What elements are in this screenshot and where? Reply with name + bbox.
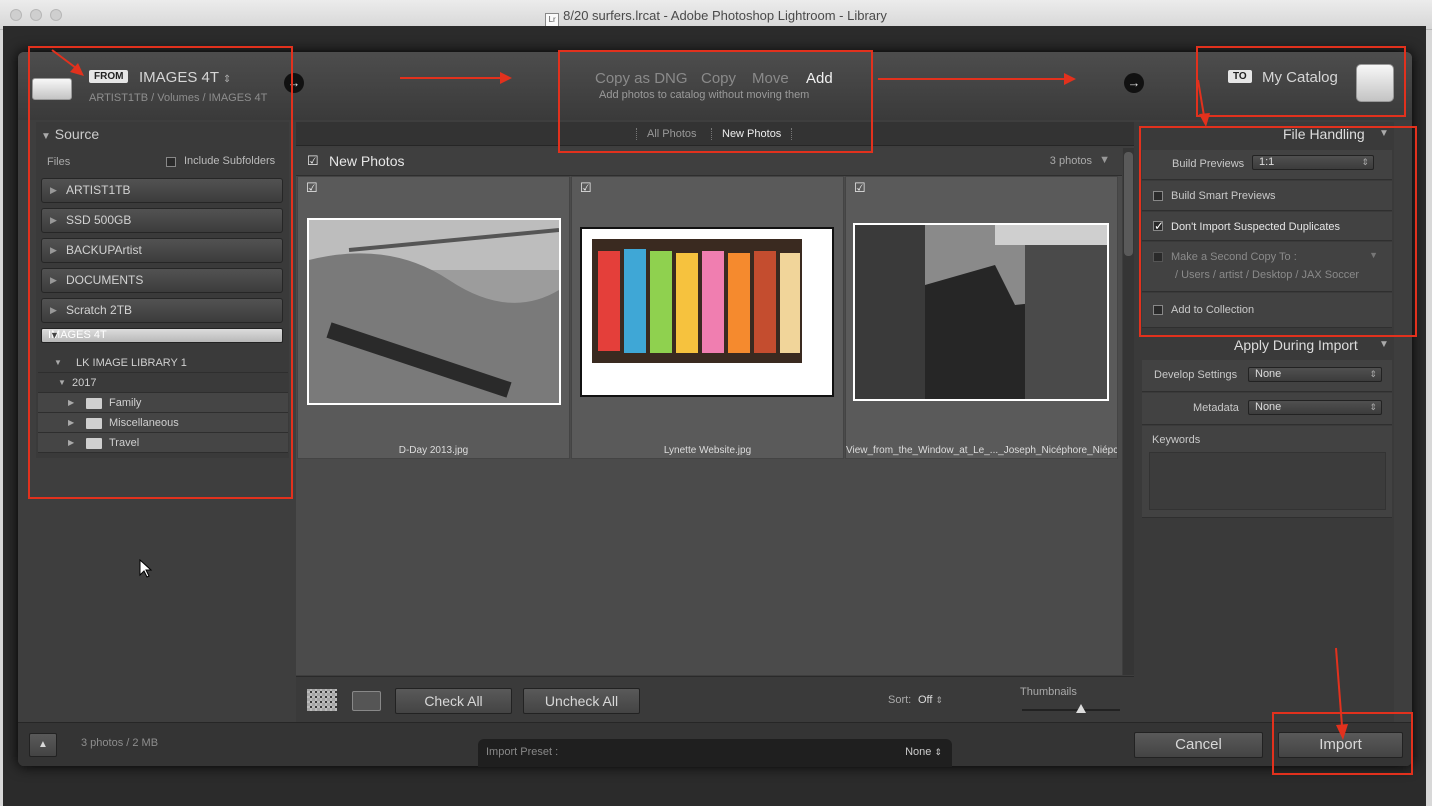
annotation-arrowhead <box>1199 113 1210 127</box>
annotation-arrow <box>51 49 77 69</box>
mouse-cursor-icon <box>139 559 153 578</box>
annotation-arrow <box>1335 647 1343 727</box>
annotation-diagonal-arrows <box>51 49 1348 740</box>
annotation-arrow <box>1197 79 1205 117</box>
annotation-arrowhead <box>1336 724 1348 740</box>
